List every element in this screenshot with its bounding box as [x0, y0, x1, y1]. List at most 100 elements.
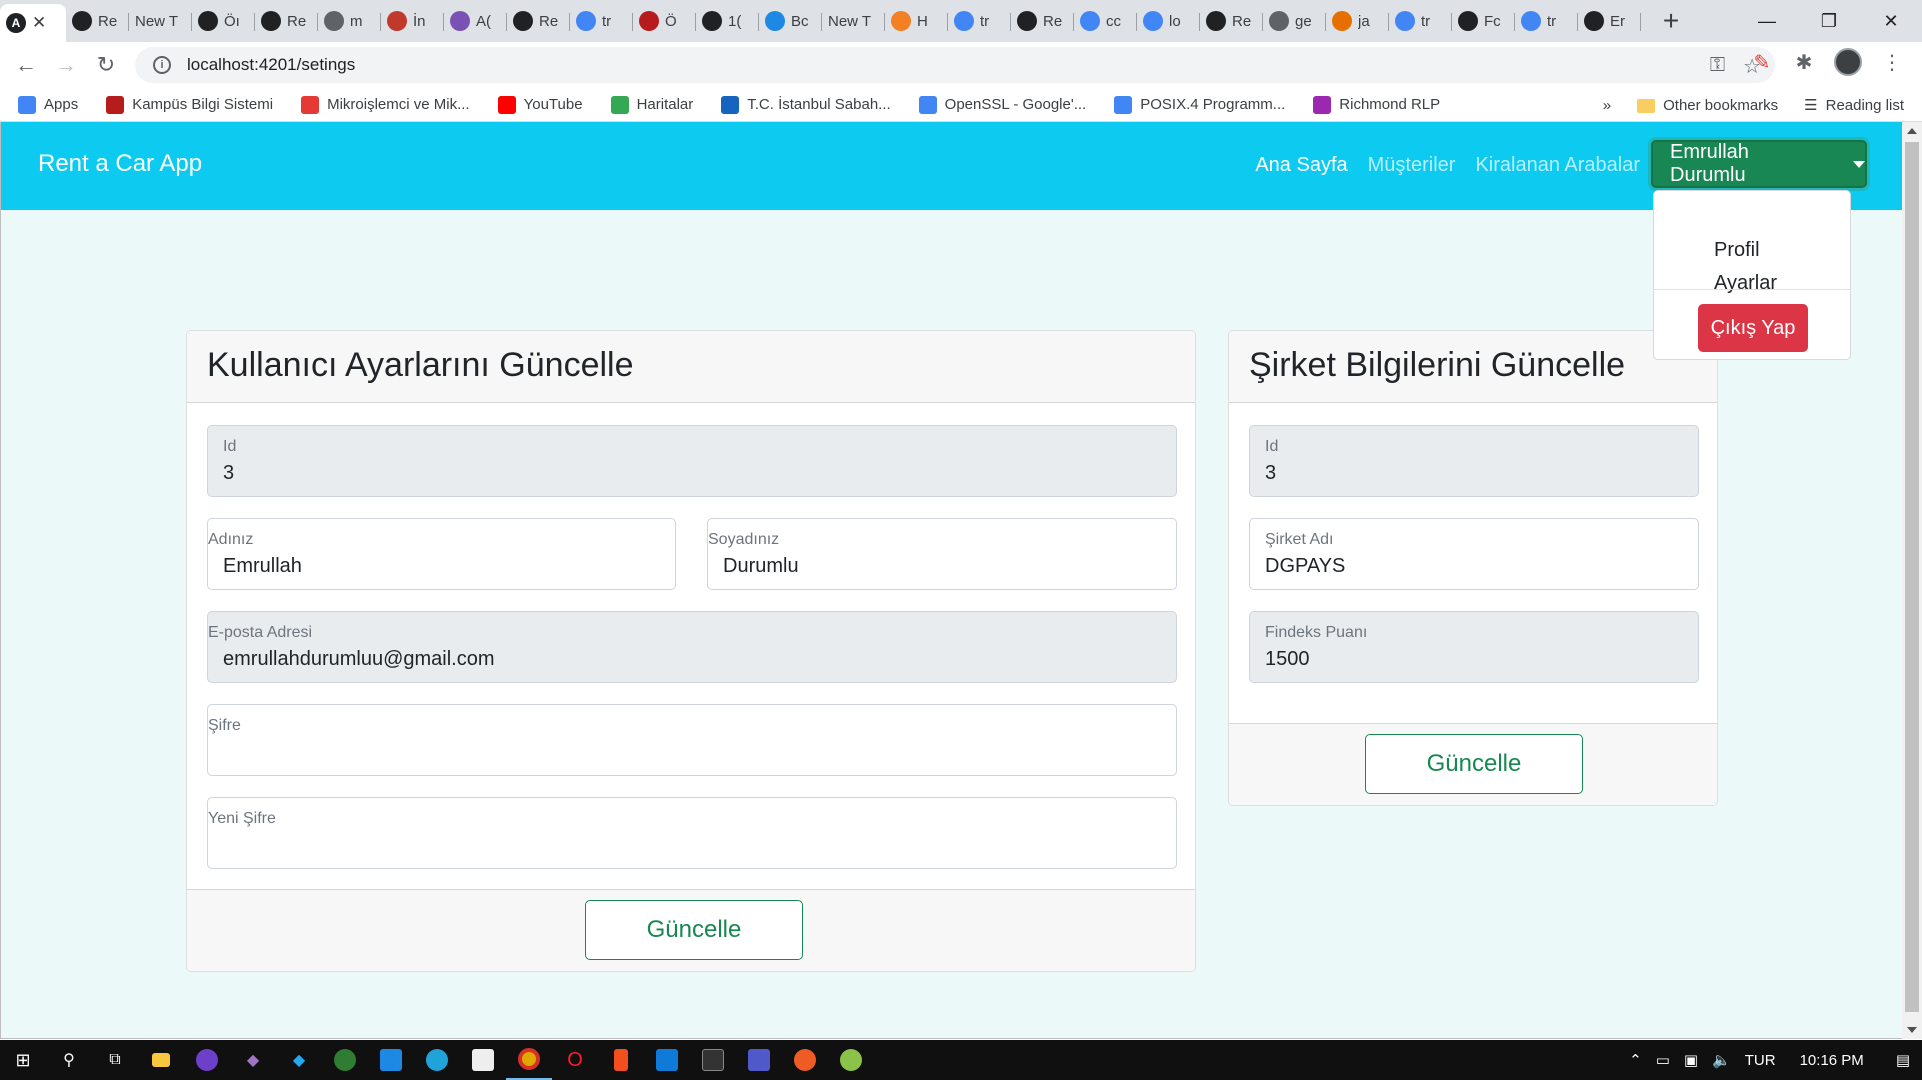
network-icon[interactable]: ▣ [1684, 1051, 1698, 1069]
clock[interactable]: 10:16 PM [1800, 1052, 1864, 1069]
browser-tab[interactable]: Bc [759, 0, 822, 42]
site-info-icon[interactable]: i [153, 56, 171, 74]
app-icon[interactable] [368, 1040, 414, 1080]
browser-tab[interactable]: New T [822, 0, 885, 42]
search-icon[interactable]: ⚲ [46, 1040, 92, 1080]
browser-tab-active[interactable]: A ✕ [0, 4, 66, 42]
bookmark-item[interactable]: Apps [18, 95, 78, 114]
browser-tab[interactable]: 1( [696, 0, 759, 42]
address-bar[interactable]: i localhost:4201/setings ⚿ ☆ [135, 47, 1775, 83]
browser-tab[interactable]: cc [1074, 0, 1137, 42]
app-brand[interactable]: Rent a Car App [38, 150, 202, 178]
store-icon[interactable] [460, 1040, 506, 1080]
browser-tab[interactable]: tr [1515, 0, 1578, 42]
last-name-field[interactable]: Soyadınız Durumlu [707, 518, 1177, 590]
battery-icon[interactable]: ▭ [1656, 1051, 1670, 1069]
reload-icon[interactable]: ↻ [86, 45, 126, 85]
profile-avatar-icon[interactable] [1834, 48, 1862, 76]
teams-icon[interactable] [736, 1040, 782, 1080]
file-explorer-icon[interactable] [138, 1040, 184, 1080]
nav-kiralanan-arabalar[interactable]: Kiralanan Arabalar [1475, 154, 1640, 177]
browser-tab[interactable]: Re [1200, 0, 1263, 42]
bookmark-item[interactable]: Kampüs Bilgi Sistemi [106, 95, 273, 114]
puzzle-icon[interactable]: ✱ [1792, 50, 1816, 74]
first-name-field[interactable]: Adınız Emrullah [207, 518, 676, 590]
close-tab-icon[interactable]: ✕ [32, 13, 46, 33]
user-menu-button[interactable]: Emrullah Durumlu [1651, 140, 1867, 188]
visual-studio-icon[interactable]: ◆ [230, 1040, 276, 1080]
browser-tab[interactable]: Öı [192, 0, 255, 42]
chrome-icon[interactable] [506, 1040, 552, 1080]
github-desktop-icon[interactable] [184, 1040, 230, 1080]
browser-tab[interactable]: Re [1011, 0, 1074, 42]
nav-ana-sayfa[interactable]: Ana Sayfa [1255, 154, 1347, 177]
logout-button[interactable]: Çıkış Yap [1698, 304, 1808, 352]
close-window-icon[interactable]: ✕ [1860, 0, 1922, 42]
scroll-down-arrow-icon[interactable] [1907, 1027, 1917, 1033]
terminal-icon[interactable] [690, 1040, 736, 1080]
browser-tab[interactable]: H [885, 0, 948, 42]
company-update-button[interactable]: Güncelle [1365, 734, 1583, 794]
vscode-icon[interactable]: ◆ [276, 1040, 322, 1080]
edge-icon[interactable] [414, 1040, 460, 1080]
company-name-value[interactable]: DGPAYS [1265, 555, 1345, 578]
first-name-value[interactable]: Emrullah [223, 555, 302, 578]
bookmark-item[interactable]: YouTube [497, 95, 583, 114]
notifications-icon[interactable]: ▤ [1896, 1051, 1910, 1069]
mail-icon[interactable] [644, 1040, 690, 1080]
browser-tab[interactable]: tr [570, 0, 633, 42]
browser-tab[interactable]: Fc [1452, 0, 1515, 42]
last-name-value[interactable]: Durumlu [723, 555, 799, 578]
dropdown-item-profil[interactable]: Profil [1714, 239, 1760, 262]
browser-tab[interactable]: m [318, 0, 381, 42]
new-tab-button[interactable]: + [1651, 2, 1691, 40]
bookmark-item[interactable]: Richmond RLP [1313, 95, 1440, 114]
bookmark-item[interactable]: Haritalar [610, 95, 693, 114]
menu-dots-icon[interactable]: ⋮ [1880, 50, 1904, 74]
browser-tab[interactable]: tr [948, 0, 1011, 42]
dropdown-item-ayarlar[interactable]: Ayarlar [1714, 272, 1777, 295]
reading-list[interactable]: ☰ Reading list [1804, 96, 1904, 114]
restore-icon[interactable]: ❐ [1798, 0, 1860, 42]
browser-tab[interactable]: Er [1578, 0, 1641, 42]
browser-tab[interactable]: A( [444, 0, 507, 42]
password-field[interactable]: Şifre [207, 704, 1177, 776]
browser-tab[interactable]: Re [66, 0, 129, 42]
browser-tab[interactable]: Ö [633, 0, 696, 42]
opera-icon[interactable]: O [552, 1040, 598, 1080]
postman-icon[interactable] [782, 1040, 828, 1080]
extension-icon[interactable]: ✎ [1750, 50, 1774, 74]
browser-tab[interactable]: New T [129, 0, 192, 42]
user-update-button[interactable]: Güncelle [585, 900, 803, 960]
new-password-field[interactable]: Yeni Şifre [207, 797, 1177, 869]
minimize-icon[interactable]: — [1736, 0, 1798, 42]
bookmark-item[interactable]: Mikroişlemci ve Mik... [301, 95, 470, 114]
page-scrollbar[interactable] [1902, 122, 1922, 1039]
browser-tab[interactable]: Re [255, 0, 318, 42]
nav-musteriler[interactable]: Müşteriler [1368, 154, 1456, 177]
figma-icon[interactable] [598, 1040, 644, 1080]
browser-tab[interactable]: tr [1389, 0, 1452, 42]
bookmark-item[interactable]: T.C. İstanbul Sabah... [721, 95, 891, 114]
scroll-thumb[interactable] [1905, 142, 1919, 1012]
other-bookmarks[interactable]: Other bookmarks [1637, 97, 1778, 114]
bookmark-item[interactable]: OpenSSL - Google'... [918, 95, 1086, 114]
url-text[interactable]: localhost:4201/setings [187, 55, 355, 75]
forward-icon[interactable]: → [46, 45, 86, 85]
back-icon[interactable]: ← [6, 45, 46, 85]
task-view-icon[interactable]: ⧉ [92, 1040, 138, 1080]
browser-tab[interactable]: İn [381, 0, 444, 42]
company-name-field[interactable]: Şirket Adı DGPAYS [1249, 518, 1699, 590]
scroll-up-arrow-icon[interactable] [1907, 128, 1917, 134]
maps-app-icon[interactable] [322, 1040, 368, 1080]
browser-tab[interactable]: ge [1263, 0, 1326, 42]
windows-start-icon[interactable]: ⊞ [0, 1040, 46, 1080]
bookmark-item[interactable]: POSIX.4 Programm... [1114, 95, 1285, 114]
misc-app-icon[interactable] [828, 1040, 874, 1080]
browser-tab[interactable]: Re [507, 0, 570, 42]
key-icon[interactable]: ⚿ [1710, 54, 1725, 79]
browser-tab[interactable]: lo [1137, 0, 1200, 42]
browser-tab[interactable]: ja [1326, 0, 1389, 42]
chevron-up-icon[interactable]: ⌃ [1629, 1051, 1642, 1069]
bookmarks-more-button[interactable]: » [1603, 97, 1611, 114]
